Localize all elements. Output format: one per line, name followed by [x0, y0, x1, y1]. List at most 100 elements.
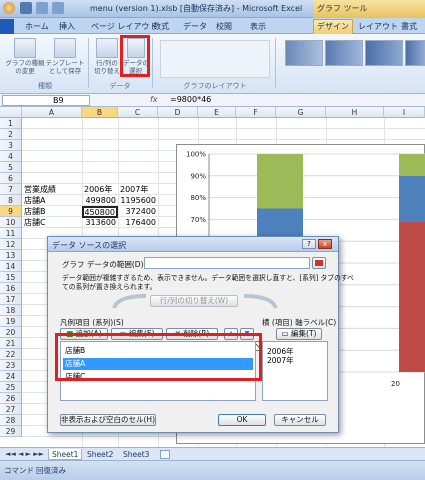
sheet-nav-arrows[interactable]: ◄◄ ◄ ► ►►	[2, 449, 47, 460]
row-header-4[interactable]: 4	[0, 151, 22, 162]
tab-format[interactable]: 書式	[398, 20, 420, 34]
row-header-3[interactable]: 3	[0, 140, 22, 151]
cell-a9[interactable]: 店舗B	[24, 206, 46, 217]
row-header-13[interactable]: 13	[0, 250, 22, 261]
name-box[interactable]: B9	[2, 95, 90, 106]
row-header-12[interactable]: 12	[0, 239, 22, 250]
tab-design[interactable]: デザイン	[313, 19, 353, 34]
row-header-16[interactable]: 16	[0, 283, 22, 294]
chart-style-2[interactable]	[325, 40, 363, 66]
legend-entries-label: 凡例項目 (系列)(S)	[60, 318, 124, 327]
highlight-select-data	[120, 35, 150, 77]
row-header-5[interactable]: 5	[0, 162, 22, 173]
axis-labels-listbox[interactable]: 2006年 2007年	[262, 341, 328, 401]
row-header-24[interactable]: 24	[0, 371, 22, 382]
sheet-tab-3[interactable]: Sheet3	[120, 449, 152, 460]
row-header-10[interactable]: 10	[0, 217, 22, 228]
insert-sheet-icon[interactable]	[160, 450, 170, 459]
row-header-17[interactable]: 17	[0, 294, 22, 305]
column-header-c[interactable]: C	[118, 107, 158, 118]
chart-style-1[interactable]	[285, 40, 323, 66]
ok-button[interactable]: OK	[218, 414, 266, 426]
row-header-26[interactable]: 26	[0, 393, 22, 404]
range-collapse-button[interactable]	[312, 257, 326, 269]
row-header-18[interactable]: 18	[0, 305, 22, 316]
arrow-left-icon	[112, 294, 147, 309]
row-header-23[interactable]: 23	[0, 360, 22, 371]
cell-a7[interactable]: 営業成績	[24, 184, 56, 195]
row-header-20[interactable]: 20	[0, 327, 22, 338]
cell-b10[interactable]: 313600	[82, 217, 116, 228]
cell-c8[interactable]: 1195600	[118, 195, 156, 206]
column-header-g[interactable]: G	[276, 107, 326, 118]
tab-insert[interactable]: 挿入	[56, 20, 78, 34]
close-button[interactable]: x	[318, 239, 332, 249]
switch-row-column-dialog-button[interactable]: 行/列の切り替え(W)	[150, 295, 238, 307]
chart-layouts-gallery[interactable]	[160, 40, 270, 78]
help-button[interactable]: ?	[302, 239, 316, 249]
tab-data[interactable]: データ	[180, 20, 210, 34]
row-header-6[interactable]: 6	[0, 173, 22, 184]
cell-c7[interactable]: 2007年	[120, 184, 148, 195]
axis-label-item[interactable]: 2007年	[265, 355, 325, 367]
row-header-9[interactable]: 9	[0, 206, 22, 217]
tab-layout[interactable]: レイアウト	[355, 20, 401, 34]
group-layout-label: グラフのレイアウト	[183, 82, 247, 90]
tab-home[interactable]: ホーム	[22, 20, 52, 34]
window-title: menu (version 1).xlsb [自動保存済み] - Microso…	[90, 4, 303, 13]
row-header-22[interactable]: 22	[0, 349, 22, 360]
cell-c9[interactable]: 372400	[118, 206, 156, 217]
fx-icon[interactable]: fx	[150, 95, 158, 104]
cell-b8[interactable]: 499800	[82, 195, 116, 206]
hidden-empty-cells-button[interactable]: 非表示および空白のセル(H)	[60, 414, 156, 426]
undo-icon[interactable]	[36, 2, 48, 14]
office-button[interactable]	[3, 2, 15, 14]
sheet-tab-1[interactable]: Sheet1	[48, 449, 83, 460]
row-header-19[interactable]: 19	[0, 316, 22, 327]
cell-b7[interactable]: 2006年	[84, 184, 112, 195]
bar-1-2	[399, 222, 425, 372]
cell-a10[interactable]: 店舗C	[24, 217, 46, 228]
column-header-f[interactable]: F	[236, 107, 276, 118]
redo-icon[interactable]	[52, 2, 64, 14]
column-header-h[interactable]: H	[326, 107, 384, 118]
row-header-25[interactable]: 25	[0, 382, 22, 393]
cell-c10[interactable]: 176400	[118, 217, 156, 228]
row-header-28[interactable]: 28	[0, 415, 22, 426]
arrow-right-icon	[243, 294, 278, 309]
row-header-27[interactable]: 27	[0, 404, 22, 415]
tab-review[interactable]: 校閲	[213, 20, 235, 34]
tab-view[interactable]: 表示	[247, 20, 269, 34]
edit-icon: ▭	[281, 329, 289, 338]
column-header-i[interactable]: I	[384, 107, 425, 118]
sheet-tab-2[interactable]: Sheet2	[84, 449, 116, 460]
row-header-14[interactable]: 14	[0, 261, 22, 272]
switch-row-column-button[interactable]: 行/列の 切り替え	[92, 38, 122, 75]
save-as-template-button[interactable]: テンプレート として保存	[45, 38, 85, 75]
formula-input[interactable]: =9800*46	[170, 95, 211, 104]
column-header-d[interactable]: D	[158, 107, 198, 118]
cell-a8[interactable]: 店舗A	[24, 195, 45, 206]
save-icon[interactable]	[20, 2, 32, 14]
row-header-29[interactable]: 29	[0, 426, 22, 437]
row-header-21[interactable]: 21	[0, 338, 22, 349]
column-header-b[interactable]: B	[82, 107, 118, 118]
cancel-button[interactable]: キャンセル	[274, 414, 326, 426]
chart-style-4[interactable]	[405, 40, 425, 66]
row-header-7[interactable]: 7	[0, 184, 22, 195]
chart-style-3[interactable]	[365, 40, 403, 66]
collapse-dialog-icon	[315, 260, 323, 266]
row-header-2[interactable]: 2	[0, 129, 22, 140]
column-header-e[interactable]: E	[198, 107, 236, 118]
row-header-8[interactable]: 8	[0, 195, 22, 206]
select-all-corner[interactable]	[0, 107, 22, 118]
row-header-15[interactable]: 15	[0, 272, 22, 283]
row-header-1[interactable]: 1	[0, 118, 22, 129]
column-header-a[interactable]: A	[22, 107, 82, 118]
tab-formulas[interactable]: 数式	[150, 20, 172, 34]
file-tab[interactable]	[0, 19, 14, 34]
row-header-11[interactable]: 11	[0, 228, 22, 239]
edit-axis-labels-button[interactable]: ▭ 編集(T)	[276, 328, 322, 340]
change-chart-type-button[interactable]: グラフの種類 の変更	[5, 38, 45, 75]
chart-range-input[interactable]	[144, 257, 310, 269]
